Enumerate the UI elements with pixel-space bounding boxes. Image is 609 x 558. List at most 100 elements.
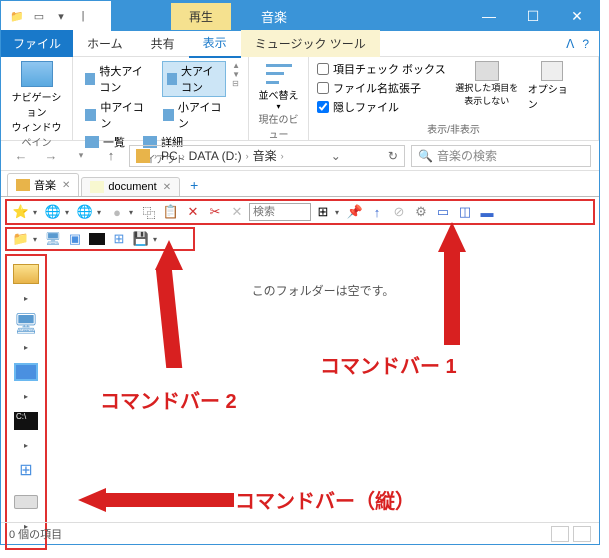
command-bar-2: 📁▾ 🖥 ▣ ⊞ 💾▾	[5, 227, 195, 251]
layout-extra-large[interactable]: 特大アイコン	[81, 62, 152, 96]
copy-icon[interactable]: ⿻	[139, 202, 159, 222]
vbar-drive-button[interactable]	[12, 490, 40, 514]
minimize-button[interactable]: —	[467, 1, 511, 31]
vbar-folder-button[interactable]	[12, 262, 40, 286]
layout-scroll-down-icon[interactable]: ▼	[232, 70, 240, 79]
drive-icon[interactable]: 💾	[131, 229, 151, 249]
ribbon-collapse-icon[interactable]: ᐱ	[566, 37, 574, 51]
tab-music[interactable]: 音楽 ✕	[7, 173, 79, 196]
favorites-icon[interactable]: ⭐	[11, 202, 31, 222]
layout-small[interactable]: 小アイコン	[159, 98, 227, 132]
split-v-icon[interactable]: ◫	[455, 202, 475, 222]
terminal-icon[interactable]	[87, 229, 107, 249]
qat-open-icon[interactable]: ▭	[31, 8, 47, 24]
hide-selected-button[interactable]: 選択した項目を 表示しない	[452, 61, 522, 107]
search-icon: 🔍	[418, 149, 433, 163]
cut-icon[interactable]: ✂	[205, 202, 225, 222]
options-icon	[541, 61, 563, 81]
address-dropdown-icon[interactable]: ⌄	[331, 149, 341, 163]
breadcrumb-separator: ›	[154, 151, 157, 161]
status-item-count: 0 個の項目	[9, 526, 62, 542]
context-tab-playback[interactable]: 再生	[171, 3, 231, 30]
windows-icon[interactable]: ⊞	[109, 229, 129, 249]
window-title: 音楽	[231, 7, 467, 26]
vbar-control-panel-button[interactable]	[12, 360, 40, 384]
delete-icon[interactable]: ✕	[183, 202, 203, 222]
nav-forward-button[interactable]: →	[39, 144, 63, 168]
nav-up-button[interactable]: ↑	[99, 144, 123, 168]
paste-icon[interactable]: 📋	[161, 202, 181, 222]
tab-home[interactable]: ホーム	[73, 30, 137, 57]
globe-fwd-icon[interactable]: 🌐	[75, 202, 95, 222]
file-menu[interactable]: ファイル	[1, 30, 73, 57]
titlebar: 📁 ▭ ▾ | 再生 音楽 — ☐ ✕	[1, 1, 599, 31]
split-h-icon[interactable]: ▭	[433, 202, 453, 222]
empty-folder-message: このフォルダーは空です。	[252, 284, 395, 298]
pin-icon[interactable]: 📌	[345, 202, 365, 222]
tab-view[interactable]: 表示	[189, 29, 241, 58]
folder-view[interactable]: このフォルダーは空です。	[47, 252, 599, 552]
view-toggle-icon[interactable]: ⊞	[313, 202, 333, 222]
layout-expand-icon[interactable]: ⊟	[232, 79, 240, 88]
explorer-window: 📁 ▭ ▾ | 再生 音楽 — ☐ ✕ ファイル ホーム 共有 表示 ミュージッ…	[0, 0, 600, 545]
vbar-terminal-button[interactable]: C:\	[12, 409, 40, 433]
sort-icon	[266, 61, 292, 87]
tab-share[interactable]: 共有	[137, 30, 189, 57]
group-showhide-label: 表示/非表示	[317, 121, 590, 136]
thumbnails-view-icon[interactable]	[573, 526, 591, 542]
layout-scroll-up-icon[interactable]: ▲	[232, 61, 240, 70]
breadcrumb-data[interactable]: DATA (D:)	[189, 149, 242, 163]
layout-medium[interactable]: 中アイコン	[81, 98, 149, 132]
close-button[interactable]: ✕	[555, 1, 599, 31]
layout-large[interactable]: 大アイコン	[162, 61, 226, 97]
details-view-icon[interactable]	[551, 526, 569, 542]
gear-icon[interactable]: ⚙	[411, 202, 431, 222]
qat-separator: |	[75, 8, 91, 24]
nav-back-button[interactable]: ←	[9, 144, 33, 168]
tab-add-button[interactable]: +	[182, 174, 206, 196]
group-currentview-label: 現在のビュー	[257, 111, 300, 141]
main-content: ▸ 🖥 ▸ ▸ C:\ ▸ ⊞ ▸ このフォルダーは空です。	[1, 252, 599, 552]
help-icon[interactable]: ?	[582, 37, 589, 51]
check-file-extensions[interactable]: ファイル名拡張子	[317, 80, 446, 96]
folder-icon: 📁	[9, 8, 25, 24]
panel-icon[interactable]: ▬	[477, 202, 497, 222]
refresh-icon[interactable]: ↻	[388, 149, 398, 163]
quick-access-toolbar: 📁 ▭ ▾ |	[1, 1, 111, 31]
command-bar-vertical: ▸ 🖥 ▸ ▸ C:\ ▸ ⊞ ▸	[5, 254, 47, 550]
folder-shortcut-icon[interactable]: 📁	[11, 229, 31, 249]
command-bar-1: ⭐▾ 🌐▾ 🌐▾ ●▾ ⿻ 📋 ✕ ✂ ✕ ⊞▾ 📌 ↑ ⊘ ⚙ ▭ ◫ ▬	[5, 199, 595, 225]
globe-back-icon[interactable]: 🌐	[43, 202, 63, 222]
status-bar: 0 個の項目	[1, 522, 599, 544]
tab-document[interactable]: document ✕	[81, 177, 180, 196]
up-arrow-icon[interactable]: ↑	[367, 202, 387, 222]
options-button[interactable]: オプション	[528, 61, 576, 111]
tab-strip: 音楽 ✕ document ✕ +	[1, 171, 599, 197]
chevron-down-icon: ▾	[276, 102, 280, 111]
breadcrumb[interactable]: › PC › DATA (D:) › 音楽 › ⌄ ↻	[129, 145, 405, 167]
pc-shortcut-icon[interactable]: 🖥	[43, 229, 63, 249]
nav-history-button[interactable]: ▾	[69, 144, 93, 168]
vbar-windows-button[interactable]: ⊞	[12, 458, 40, 482]
control-panel-icon[interactable]: ▣	[65, 229, 85, 249]
sort-button[interactable]: 並べ替え ▾	[259, 61, 299, 111]
vbar-pc-button[interactable]: 🖥	[12, 311, 40, 335]
breadcrumb-pc[interactable]: PC	[161, 149, 178, 163]
maximize-button[interactable]: ☐	[511, 1, 555, 31]
tab-music-tools[interactable]: ミュージック ツール	[241, 30, 380, 57]
chevron-right-icon[interactable]: ▸	[24, 294, 28, 303]
tab-close-icon[interactable]: ✕	[163, 182, 171, 193]
check-hidden-files[interactable]: 隠しファイル	[317, 99, 446, 115]
clear-icon[interactable]: ⊘	[389, 202, 409, 222]
folder-icon	[90, 181, 104, 193]
command-search-input[interactable]	[249, 203, 311, 221]
check-item-checkboxes[interactable]: 項目チェック ボックス	[317, 61, 446, 77]
tab-close-icon[interactable]: ✕	[62, 180, 70, 191]
qat-dropdown-icon[interactable]: ▾	[53, 8, 69, 24]
ribbon-tabs: ファイル ホーム 共有 表示 ミュージック ツール ᐱ ?	[1, 31, 599, 57]
breadcrumb-music[interactable]: 音楽	[253, 147, 277, 164]
delete2-icon[interactable]: ✕	[227, 202, 247, 222]
ribbon: ナビゲーション ウィンドウ ペイン 特大アイコン 大アイコン 中アイコン 小アイ…	[1, 57, 599, 141]
navigation-pane-button[interactable]: ナビゲーション ウィンドウ	[9, 61, 64, 134]
search-box[interactable]: 🔍 音楽の検索	[411, 145, 591, 167]
